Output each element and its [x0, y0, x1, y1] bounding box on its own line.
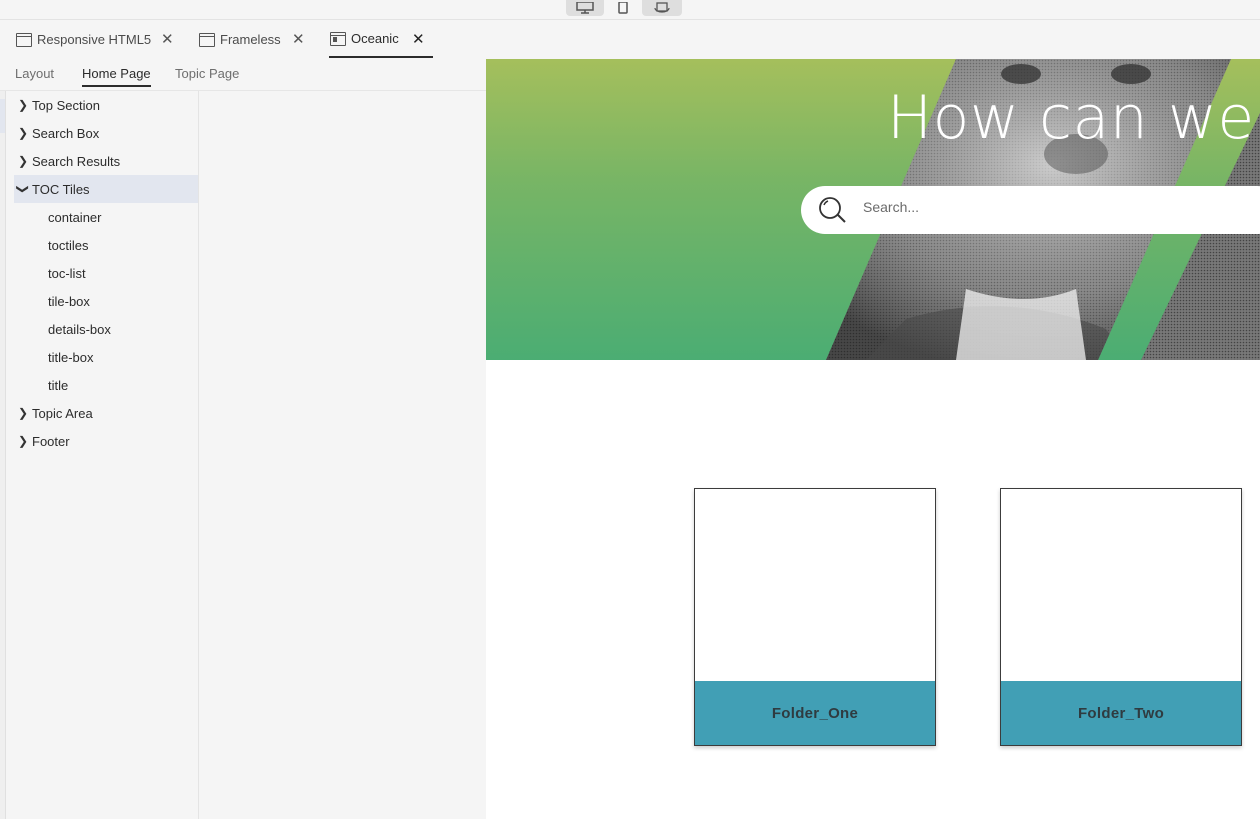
mobile-view-icon — [618, 2, 628, 14]
tab-topic-page[interactable]: Topic Page — [175, 66, 239, 85]
panel-edge-marker — [0, 99, 5, 133]
tree-item-footer[interactable]: ❯ Footer — [14, 427, 198, 455]
document-tabs: Responsive HTML5 ✕ Frameless ✕ Oceanic ✕ — [0, 21, 486, 59]
chevron-down-icon[interactable]: ❯ — [16, 180, 30, 198]
chevron-right-icon[interactable]: ❯ — [14, 154, 32, 168]
book-window-icon — [330, 31, 346, 46]
tile-title: Folder_Two — [1001, 681, 1241, 745]
tablet-rotate-icon — [654, 2, 670, 13]
desktop-view-icon — [576, 2, 594, 14]
search-box[interactable] — [801, 186, 1260, 234]
element-tree: ❯ Top Section ❯ Search Box ❯ Search Resu… — [14, 91, 198, 455]
tree-item-label: Search Results — [32, 153, 121, 169]
device-preview-bar — [0, 0, 1260, 20]
tree-item-search-results[interactable]: ❯ Search Results — [14, 147, 198, 175]
tab-layout[interactable]: Layout — [15, 66, 54, 85]
tree-child-toc-list[interactable]: toc-list — [14, 259, 198, 287]
window-icon — [199, 32, 215, 47]
chevron-right-icon[interactable]: ❯ — [14, 406, 32, 420]
tree-child-tile-box[interactable]: tile-box — [14, 287, 198, 315]
search-icon — [819, 197, 846, 223]
tree-item-top-section[interactable]: ❯ Top Section — [14, 91, 198, 119]
tree-item-label: Footer — [32, 433, 70, 449]
tree-child-container[interactable]: container — [14, 203, 198, 231]
mobile-view-button[interactable] — [612, 0, 634, 16]
tree-child-details-box[interactable]: details-box — [14, 315, 198, 343]
rotate-view-button[interactable] — [642, 0, 682, 16]
chevron-right-icon[interactable]: ❯ — [14, 126, 32, 140]
tree-child-title-box[interactable]: title-box — [14, 343, 198, 371]
search-input[interactable] — [863, 199, 1243, 215]
chevron-right-icon[interactable]: ❯ — [14, 98, 32, 112]
tab-responsive-html5[interactable]: Responsive HTML5 ✕ — [16, 21, 186, 58]
tree-item-toc-tiles[interactable]: ❯ TOC Tiles — [14, 175, 198, 203]
tab-label: Responsive HTML5 — [37, 32, 152, 47]
panel-divider — [198, 91, 199, 819]
window-icon — [16, 32, 32, 47]
tile-title: Folder_One — [695, 681, 935, 745]
panel-edge — [0, 91, 6, 819]
tab-label: Frameless — [220, 32, 281, 47]
layout-preview: How can we he Folder_One Folder_Two — [486, 59, 1260, 819]
tree-child-title[interactable]: title — [14, 371, 198, 399]
tree-item-label: Top Section — [32, 97, 100, 113]
tab-oceanic[interactable]: Oceanic ✕ — [329, 21, 433, 58]
tab-label: Oceanic — [351, 31, 399, 46]
toc-tile[interactable]: Folder_One — [694, 488, 936, 746]
tree-child-toctiles[interactable]: toctiles — [14, 231, 198, 259]
tab-home-page[interactable]: Home Page — [82, 66, 151, 87]
tab-frameless[interactable]: Frameless ✕ — [199, 21, 314, 58]
chevron-right-icon[interactable]: ❯ — [14, 434, 32, 448]
hero-title: How can we he — [887, 83, 1260, 153]
close-icon[interactable]: ✕ — [292, 30, 305, 48]
tree-item-label: TOC Tiles — [32, 181, 90, 197]
close-icon[interactable]: ✕ — [161, 30, 174, 48]
tree-item-label: Topic Area — [32, 405, 93, 421]
desktop-view-button[interactable] — [566, 0, 604, 16]
tree-item-label: Search Box — [32, 125, 100, 141]
settings-subtabs: Layout Home Page Topic Page — [0, 59, 486, 91]
toc-tile[interactable]: Folder_Two — [1000, 488, 1242, 746]
tree-item-search-box[interactable]: ❯ Search Box — [14, 119, 198, 147]
tree-item-topic-area[interactable]: ❯ Topic Area — [14, 399, 198, 427]
close-icon[interactable]: ✕ — [412, 30, 425, 48]
hero-banner: How can we he — [486, 59, 1260, 360]
